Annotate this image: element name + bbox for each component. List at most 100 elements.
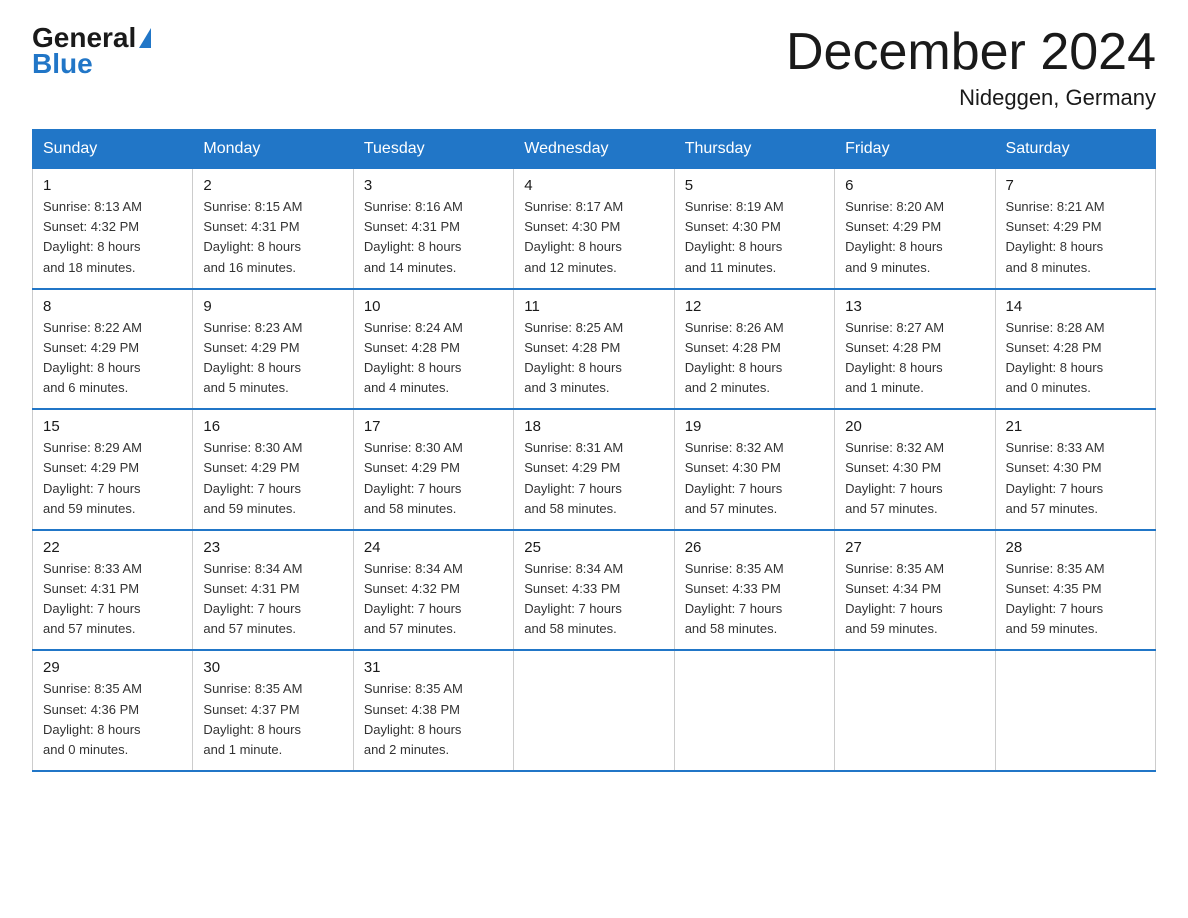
- day-number: 19: [685, 418, 824, 435]
- calendar-day-cell: 10Sunrise: 8:24 AMSunset: 4:28 PMDayligh…: [353, 289, 513, 410]
- day-number: 5: [685, 177, 824, 194]
- calendar-week-row: 1 Sunrise: 8:13 AMSunset: 4:32 PMDaylight…: [33, 169, 1156, 289]
- calendar-day-cell: 13 Sunrise: 8:27 AMSunset: 4:28 PMDayligh…: [835, 289, 995, 410]
- day-number: 23: [203, 539, 342, 556]
- day-number: 30: [203, 659, 342, 676]
- day-info: Sunrise: 8:17 AMSunset: 4:30 PMDaylight:…: [524, 197, 663, 278]
- day-number: 22: [43, 539, 182, 556]
- day-info: Sunrise: 8:13 AMSunset: 4:32 PMDaylight:…: [43, 197, 182, 278]
- day-info: Sunrise: 8:25 AMSunset: 4:28 PMDaylight:…: [524, 318, 663, 399]
- calendar-day-cell: 26 Sunrise: 8:35 AMSunset: 4:33 PMDayligh…: [674, 530, 834, 651]
- day-number: 20: [845, 418, 984, 435]
- calendar-day-cell: 29 Sunrise: 8:35 AMSunset: 4:36 PMDayligh…: [33, 650, 193, 771]
- calendar-day-cell: 19 Sunrise: 8:32 AMSunset: 4:30 PMDayligh…: [674, 409, 834, 530]
- calendar-day-cell: [514, 650, 674, 771]
- day-number: 21: [1006, 418, 1145, 435]
- calendar-table: SundayMondayTuesdayWednesdayThursdayFrid…: [32, 129, 1156, 772]
- calendar-day-cell: 14 Sunrise: 8:28 AMSunset: 4:28 PMDayligh…: [995, 289, 1155, 410]
- calendar-day-cell: 8 Sunrise: 8:22 AMSunset: 4:29 PMDaylight…: [33, 289, 193, 410]
- day-info: Sunrise: 8:35 AMSunset: 4:38 PMDaylight:…: [364, 679, 503, 760]
- day-number: 12: [685, 298, 824, 315]
- calendar-day-cell: 6 Sunrise: 8:20 AMSunset: 4:29 PMDaylight…: [835, 169, 995, 289]
- weekday-header-row: SundayMondayTuesdayWednesdayThursdayFrid…: [33, 130, 1156, 169]
- day-info: Sunrise: 8:23 AMSunset: 4:29 PMDaylight:…: [203, 318, 342, 399]
- day-info: Sunrise: 8:20 AMSunset: 4:29 PMDaylight:…: [845, 197, 984, 278]
- day-number: 6: [845, 177, 984, 194]
- day-number: 25: [524, 539, 663, 556]
- day-info: Sunrise: 8:22 AMSunset: 4:29 PMDaylight:…: [43, 318, 182, 399]
- day-info: Sunrise: 8:32 AMSunset: 4:30 PMDaylight:…: [845, 438, 984, 519]
- day-number: 26: [685, 539, 824, 556]
- calendar-day-cell: 30Sunrise: 8:35 AMSunset: 4:37 PMDayligh…: [193, 650, 353, 771]
- day-info: Sunrise: 8:19 AMSunset: 4:30 PMDaylight:…: [685, 197, 824, 278]
- calendar-day-cell: 25Sunrise: 8:34 AMSunset: 4:33 PMDayligh…: [514, 530, 674, 651]
- day-number: 10: [364, 298, 503, 315]
- calendar-day-cell: 1 Sunrise: 8:13 AMSunset: 4:32 PMDaylight…: [33, 169, 193, 289]
- day-number: 7: [1006, 177, 1145, 194]
- calendar-day-cell: 3Sunrise: 8:16 AMSunset: 4:31 PMDaylight…: [353, 169, 513, 289]
- calendar-day-cell: 16Sunrise: 8:30 AMSunset: 4:29 PMDayligh…: [193, 409, 353, 530]
- weekday-header-tuesday: Tuesday: [353, 130, 513, 169]
- calendar-day-cell: 2 Sunrise: 8:15 AMSunset: 4:31 PMDaylight…: [193, 169, 353, 289]
- day-info: Sunrise: 8:29 AMSunset: 4:29 PMDaylight:…: [43, 438, 182, 519]
- calendar-day-cell: 31 Sunrise: 8:35 AMSunset: 4:38 PMDayligh…: [353, 650, 513, 771]
- day-number: 17: [364, 418, 503, 435]
- calendar-day-cell: 17 Sunrise: 8:30 AMSunset: 4:29 PMDayligh…: [353, 409, 513, 530]
- day-number: 24: [364, 539, 503, 556]
- day-info: Sunrise: 8:21 AMSunset: 4:29 PMDaylight:…: [1006, 197, 1145, 278]
- logo-triangle-icon: [139, 28, 151, 48]
- day-number: 4: [524, 177, 663, 194]
- day-number: 8: [43, 298, 182, 315]
- calendar-day-cell: 18Sunrise: 8:31 AMSunset: 4:29 PMDayligh…: [514, 409, 674, 530]
- day-info: Sunrise: 8:34 AMSunset: 4:32 PMDaylight:…: [364, 559, 503, 640]
- calendar-day-cell: 11 Sunrise: 8:25 AMSunset: 4:28 PMDayligh…: [514, 289, 674, 410]
- calendar-day-cell: [835, 650, 995, 771]
- calendar-day-cell: 9 Sunrise: 8:23 AMSunset: 4:29 PMDaylight…: [193, 289, 353, 410]
- day-info: Sunrise: 8:34 AMSunset: 4:31 PMDaylight:…: [203, 559, 342, 640]
- day-info: Sunrise: 8:27 AMSunset: 4:28 PMDaylight:…: [845, 318, 984, 399]
- calendar-day-cell: 28 Sunrise: 8:35 AMSunset: 4:35 PMDayligh…: [995, 530, 1155, 651]
- day-info: Sunrise: 8:35 AMSunset: 4:33 PMDaylight:…: [685, 559, 824, 640]
- day-info: Sunrise: 8:28 AMSunset: 4:28 PMDaylight:…: [1006, 318, 1145, 399]
- day-info: Sunrise: 8:15 AMSunset: 4:31 PMDaylight:…: [203, 197, 342, 278]
- day-info: Sunrise: 8:16 AMSunset: 4:31 PMDaylight:…: [364, 197, 503, 278]
- day-info: Sunrise: 8:32 AMSunset: 4:30 PMDaylight:…: [685, 438, 824, 519]
- calendar-day-cell: [674, 650, 834, 771]
- day-number: 28: [1006, 539, 1145, 556]
- day-number: 16: [203, 418, 342, 435]
- calendar-day-cell: [995, 650, 1155, 771]
- day-info: Sunrise: 8:35 AMSunset: 4:34 PMDaylight:…: [845, 559, 984, 640]
- calendar-day-cell: 27 Sunrise: 8:35 AMSunset: 4:34 PMDayligh…: [835, 530, 995, 651]
- title-block: December 2024 Nideggen, Germany: [786, 24, 1156, 111]
- day-number: 11: [524, 298, 663, 315]
- day-number: 31: [364, 659, 503, 676]
- calendar-week-row: 8 Sunrise: 8:22 AMSunset: 4:29 PMDaylight…: [33, 289, 1156, 410]
- logo: General Blue: [32, 24, 151, 78]
- weekday-header-monday: Monday: [193, 130, 353, 169]
- day-number: 27: [845, 539, 984, 556]
- page-header: General Blue December 2024 Nideggen, Ger…: [32, 24, 1156, 111]
- day-number: 18: [524, 418, 663, 435]
- day-number: 2: [203, 177, 342, 194]
- day-number: 14: [1006, 298, 1145, 315]
- calendar-body: 1 Sunrise: 8:13 AMSunset: 4:32 PMDaylight…: [33, 169, 1156, 771]
- weekday-header-sunday: Sunday: [33, 130, 193, 169]
- calendar-day-cell: 15Sunrise: 8:29 AMSunset: 4:29 PMDayligh…: [33, 409, 193, 530]
- calendar-day-cell: 4 Sunrise: 8:17 AMSunset: 4:30 PMDaylight…: [514, 169, 674, 289]
- calendar-week-row: 29 Sunrise: 8:35 AMSunset: 4:36 PMDayligh…: [33, 650, 1156, 771]
- day-info: Sunrise: 8:30 AMSunset: 4:29 PMDaylight:…: [364, 438, 503, 519]
- calendar-day-cell: 5 Sunrise: 8:19 AMSunset: 4:30 PMDaylight…: [674, 169, 834, 289]
- day-info: Sunrise: 8:35 AMSunset: 4:35 PMDaylight:…: [1006, 559, 1145, 640]
- day-number: 9: [203, 298, 342, 315]
- calendar-day-cell: 24 Sunrise: 8:34 AMSunset: 4:32 PMDayligh…: [353, 530, 513, 651]
- day-info: Sunrise: 8:33 AMSunset: 4:31 PMDaylight:…: [43, 559, 182, 640]
- calendar-title: December 2024: [786, 24, 1156, 81]
- weekday-header-thursday: Thursday: [674, 130, 834, 169]
- day-number: 29: [43, 659, 182, 676]
- weekday-header-friday: Friday: [835, 130, 995, 169]
- logo-blue: Blue: [32, 50, 93, 78]
- day-info: Sunrise: 8:35 AMSunset: 4:36 PMDaylight:…: [43, 679, 182, 760]
- day-number: 1: [43, 177, 182, 194]
- day-number: 13: [845, 298, 984, 315]
- day-info: Sunrise: 8:26 AMSunset: 4:28 PMDaylight:…: [685, 318, 824, 399]
